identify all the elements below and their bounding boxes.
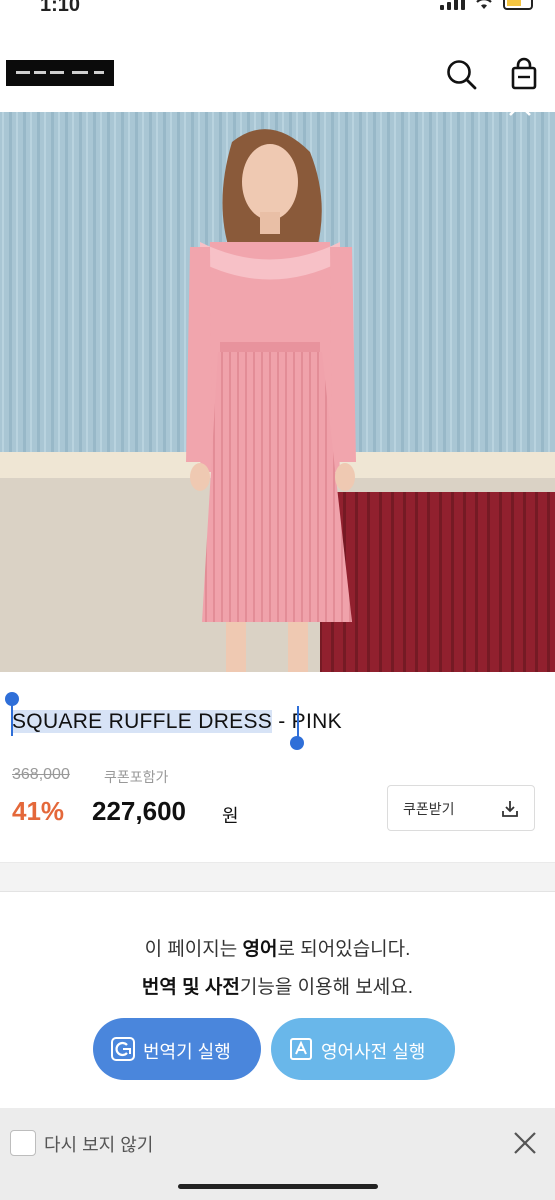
- status-bar: 1:10: [0, 0, 555, 28]
- brand-logo[interactable]: [6, 60, 114, 86]
- run-dictionary-button[interactable]: 영어사전 실행: [271, 1018, 455, 1080]
- selected-title-text[interactable]: SQUARE RUFFLE DRESS: [12, 710, 273, 733]
- selection-start-bar: [11, 702, 13, 736]
- translation-message-line1: 이 페이지는 영어로 되어있습니다.: [144, 939, 411, 960]
- product-info: SQUARE RUFFLE DRESS - PINK 368,000 쿠폰포함가…: [0, 672, 555, 862]
- translation-banner: 이 페이지는 영어로 되어있습니다. 번역 및 사전기능을 이용해 보세요. 번…: [0, 892, 555, 1108]
- run-translator-label: 번역기 실행: [143, 1042, 231, 1062]
- get-coupon-button[interactable]: 쿠폰받기: [387, 785, 535, 831]
- coupon-price-note: 쿠폰포함가: [104, 769, 169, 785]
- dictionary-icon: [290, 1038, 312, 1060]
- run-dictionary-label: 영어사전 실행: [321, 1042, 426, 1062]
- original-price: 368,000: [12, 766, 70, 783]
- search-icon[interactable]: [443, 56, 479, 92]
- status-icons: [440, 0, 533, 10]
- close-banner-icon[interactable]: [512, 1130, 538, 1156]
- bottom-bar: 다시 보지 않기: [0, 1108, 555, 1200]
- discount-rate: 41%: [12, 796, 65, 826]
- close-image-icon[interactable]: [507, 92, 533, 118]
- section-divider: [0, 862, 555, 892]
- run-translator-button[interactable]: 번역기 실행: [93, 1018, 261, 1080]
- home-indicator: [178, 1184, 378, 1189]
- product-title: SQUARE RUFFLE DRESS - PINK: [12, 710, 342, 734]
- translator-icon: [111, 1037, 135, 1061]
- dress-photo: [0, 112, 555, 672]
- shopping-bag-icon[interactable]: [506, 56, 542, 92]
- dont-show-again-checkbox[interactable]: [10, 1130, 36, 1156]
- app-header: [0, 28, 555, 112]
- sale-price: 227,600: [92, 796, 186, 826]
- status-time: 1:10: [40, 0, 81, 16]
- currency-unit: 원: [222, 806, 239, 826]
- wifi-icon: [476, 0, 492, 9]
- title-color-variant: - PINK: [272, 710, 342, 733]
- selection-end-handle[interactable]: [290, 736, 304, 750]
- download-icon: [502, 801, 518, 817]
- signal-icon: [440, 0, 465, 10]
- translation-message-line2: 번역 및 사전기능을 이용해 보세요.: [141, 977, 414, 998]
- dont-show-again-label[interactable]: 다시 보지 않기: [44, 1131, 153, 1157]
- product-image[interactable]: [0, 112, 555, 672]
- get-coupon-label: 쿠폰받기: [403, 801, 455, 817]
- battery-icon: [503, 0, 533, 10]
- selection-end-bar: [297, 706, 299, 740]
